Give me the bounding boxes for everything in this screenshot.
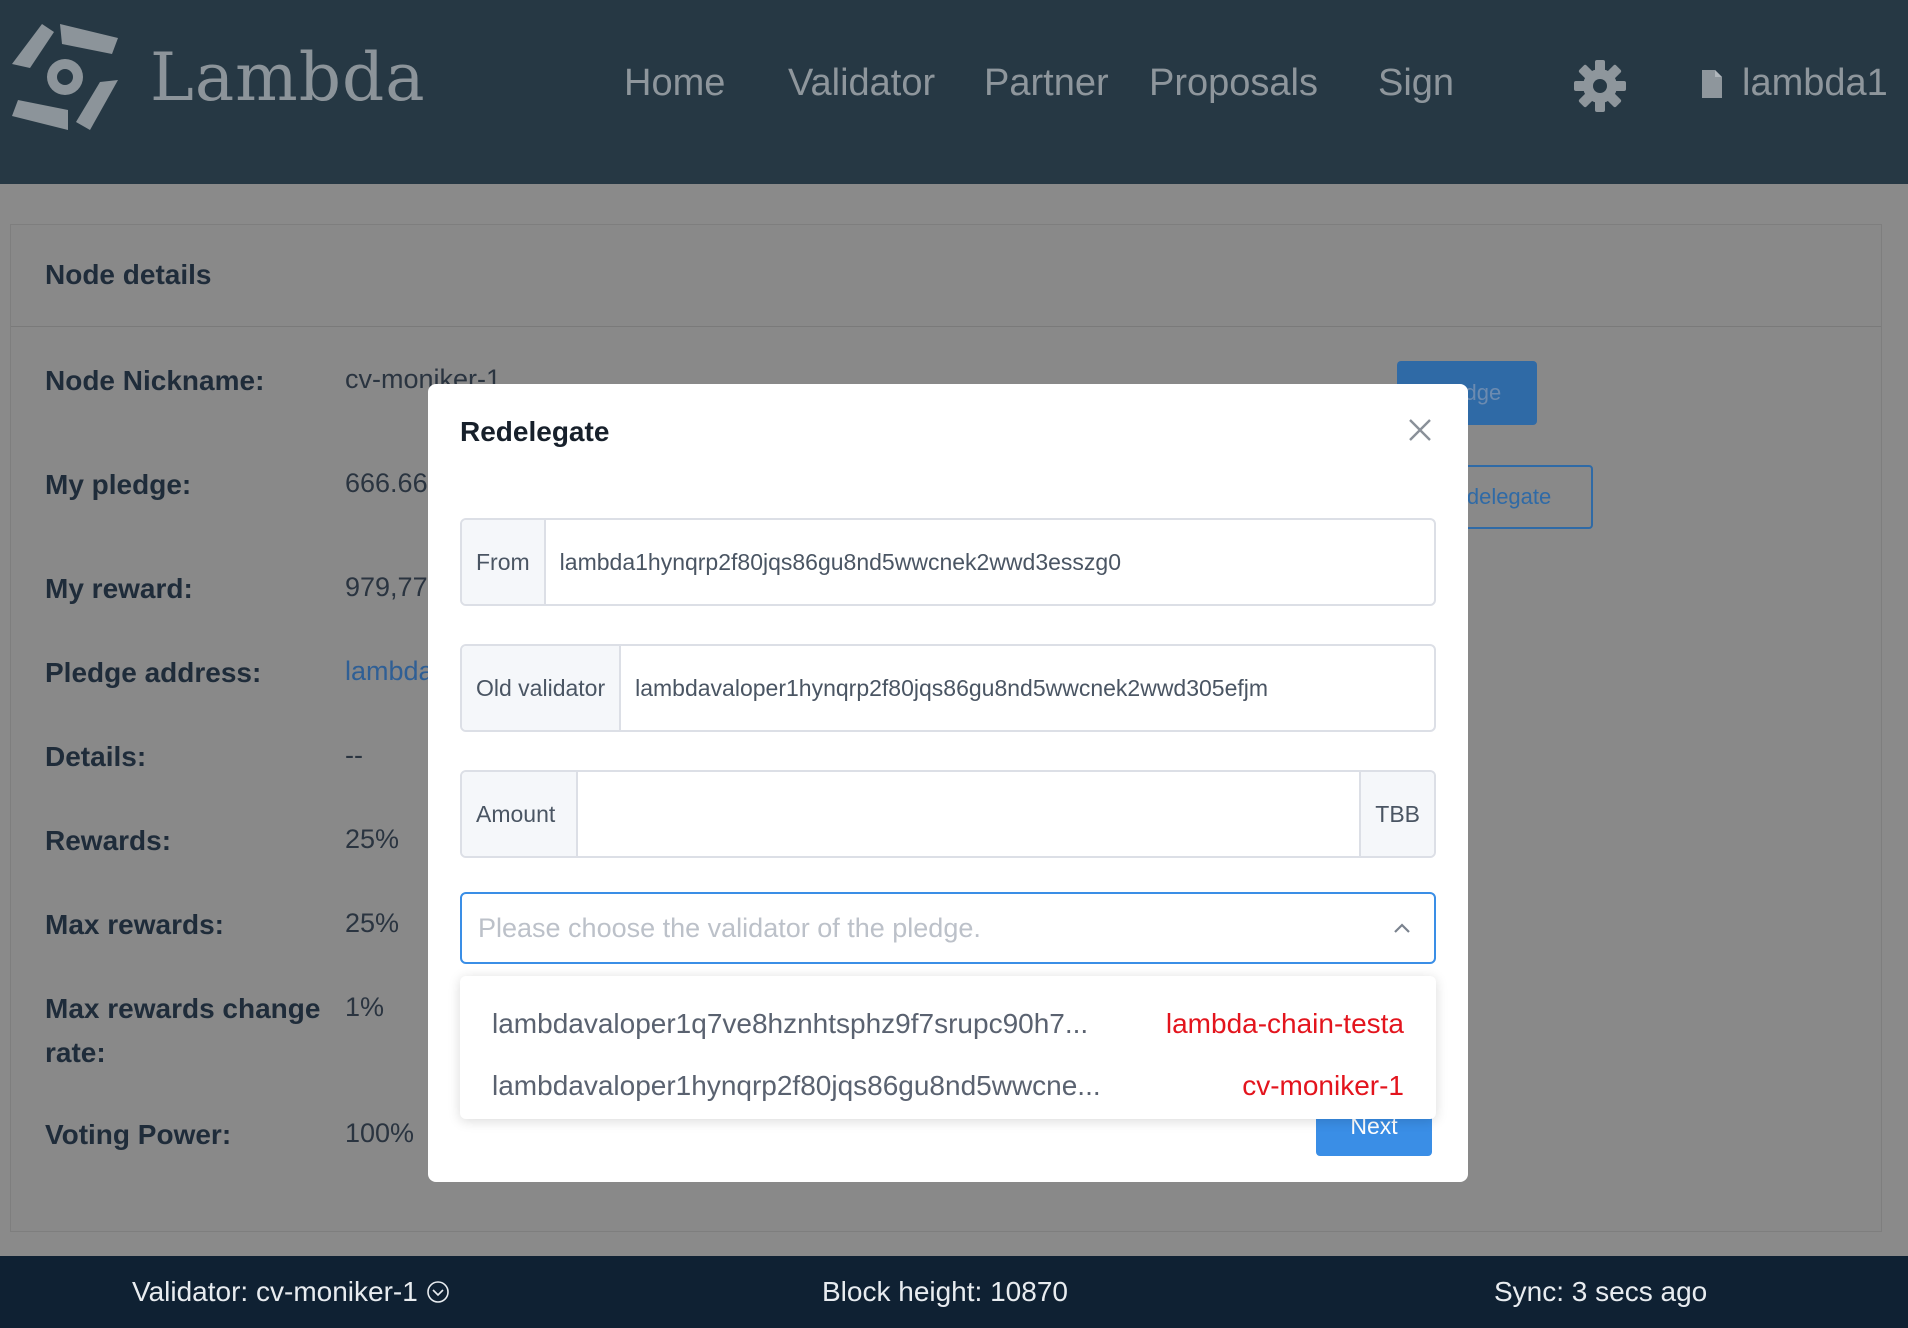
label-voting-power: Voting Power: — [45, 1119, 232, 1150]
from-field: From lambda1hynqrp2f80jqs86gu8nd5wwcnek2… — [460, 518, 1436, 606]
dropdown-option[interactable]: lambdavaloper1hynqrp2f80jqs86gu8nd5wwcne… — [460, 1058, 1436, 1114]
label-my-pledge: My pledge: — [45, 469, 192, 500]
validator-dropdown: lambdavaloper1q7ve8hznhtsphz9f7srupc90h7… — [460, 976, 1436, 1119]
value-max-rewards-change: 1% — [345, 992, 385, 1022]
value-max-rewards: 25% — [345, 908, 400, 938]
nav-home[interactable]: Home — [624, 62, 725, 112]
label-max-rewards: Max rewards: — [45, 909, 224, 940]
from-value: lambda1hynqrp2f80jqs86gu8nd5wwcnek2wwd3e… — [559, 548, 1121, 575]
footer-sync: Sync: 3 secs ago — [1494, 1276, 1708, 1307]
label-max-rewards-change: Max rewards change — [45, 993, 321, 1024]
nav-validator[interactable]: Validator — [788, 62, 935, 112]
dropdown-option[interactable]: lambdavaloper1q7ve8hznhtsphz9f7srupc90h7… — [460, 996, 1436, 1052]
top-header: Lambda Home Validator Partner Proposals … — [0, 0, 1908, 184]
close-icon[interactable] — [1404, 414, 1436, 446]
value-pledge-address[interactable]: lambda — [345, 649, 434, 693]
footer-validator-text: Validator: cv-moniker-1 — [132, 1276, 418, 1307]
card-title: Node details — [11, 225, 1881, 327]
option-name: lambda-chain-testa — [1165, 1008, 1404, 1039]
account-address: lambda1 — [1742, 62, 1888, 104]
value-rewards: 25% — [345, 824, 400, 854]
label-node-nickname: Node Nickname: — [45, 365, 265, 396]
validator-select-placeholder: Please choose the validator of the pledg… — [478, 912, 981, 943]
status-footer: Validator: cv-moniker-1 Block height: 10… — [0, 1256, 1908, 1328]
value-details: -- — [345, 740, 363, 770]
nav-proposals[interactable]: Proposals — [1149, 62, 1318, 112]
dialog-title: Redelegate — [460, 416, 610, 447]
amount-label: Amount — [462, 772, 578, 856]
amount-unit: TBB — [1359, 772, 1434, 856]
value-voting-power: 100% — [345, 1118, 415, 1148]
option-address: lambdavaloper1hynqrp2f80jqs86gu8nd5wwcne… — [492, 1070, 1101, 1101]
lambda-logo-icon — [12, 24, 118, 130]
nav-partner[interactable]: Partner — [984, 62, 1109, 112]
option-address: lambdavaloper1q7ve8hznhtsphz9f7srupc90h7… — [492, 1008, 1089, 1039]
from-label: From — [462, 520, 546, 604]
gear-icon[interactable] — [1574, 60, 1626, 112]
footer-block-height: Block height: 10870 — [822, 1276, 1068, 1307]
old-validator-value: lambdavaloper1hynqrp2f80jqs86gu8nd5wwcne… — [635, 674, 1269, 701]
brand-logo[interactable]: Lambda — [12, 24, 426, 130]
validator-select[interactable]: Please choose the validator of the pledg… — [460, 892, 1436, 964]
amount-field: Amount TBB — [460, 770, 1436, 858]
label-details: Details: — [45, 741, 147, 772]
old-validator-label: Old validator — [462, 646, 622, 730]
amount-input[interactable] — [578, 772, 1360, 856]
old-validator-field: Old validator lambdavaloper1hynqrp2f80jq… — [460, 644, 1436, 732]
chevron-up-icon — [1394, 923, 1410, 933]
label-rewards: Rewards: — [45, 825, 172, 856]
label-max-rewards-change-rate: rate: — [45, 1037, 106, 1068]
label-my-reward: My reward: — [45, 573, 193, 604]
option-name: cv-moniker-1 — [1242, 1070, 1404, 1101]
brand-name: Lambda — [150, 38, 426, 116]
chevron-down-circle-icon — [426, 1281, 449, 1303]
nav-sign[interactable]: Sign — [1378, 62, 1454, 112]
value-my-reward: 979,77 — [345, 572, 428, 602]
account-menu[interactable]: lambda1 — [1700, 62, 1888, 105]
value-my-pledge: 666.66 — [345, 468, 428, 498]
footer-validator[interactable]: Validator: cv-moniker-1 — [132, 1276, 450, 1308]
label-pledge-address: Pledge address: — [45, 657, 262, 688]
document-icon — [1702, 69, 1722, 98]
